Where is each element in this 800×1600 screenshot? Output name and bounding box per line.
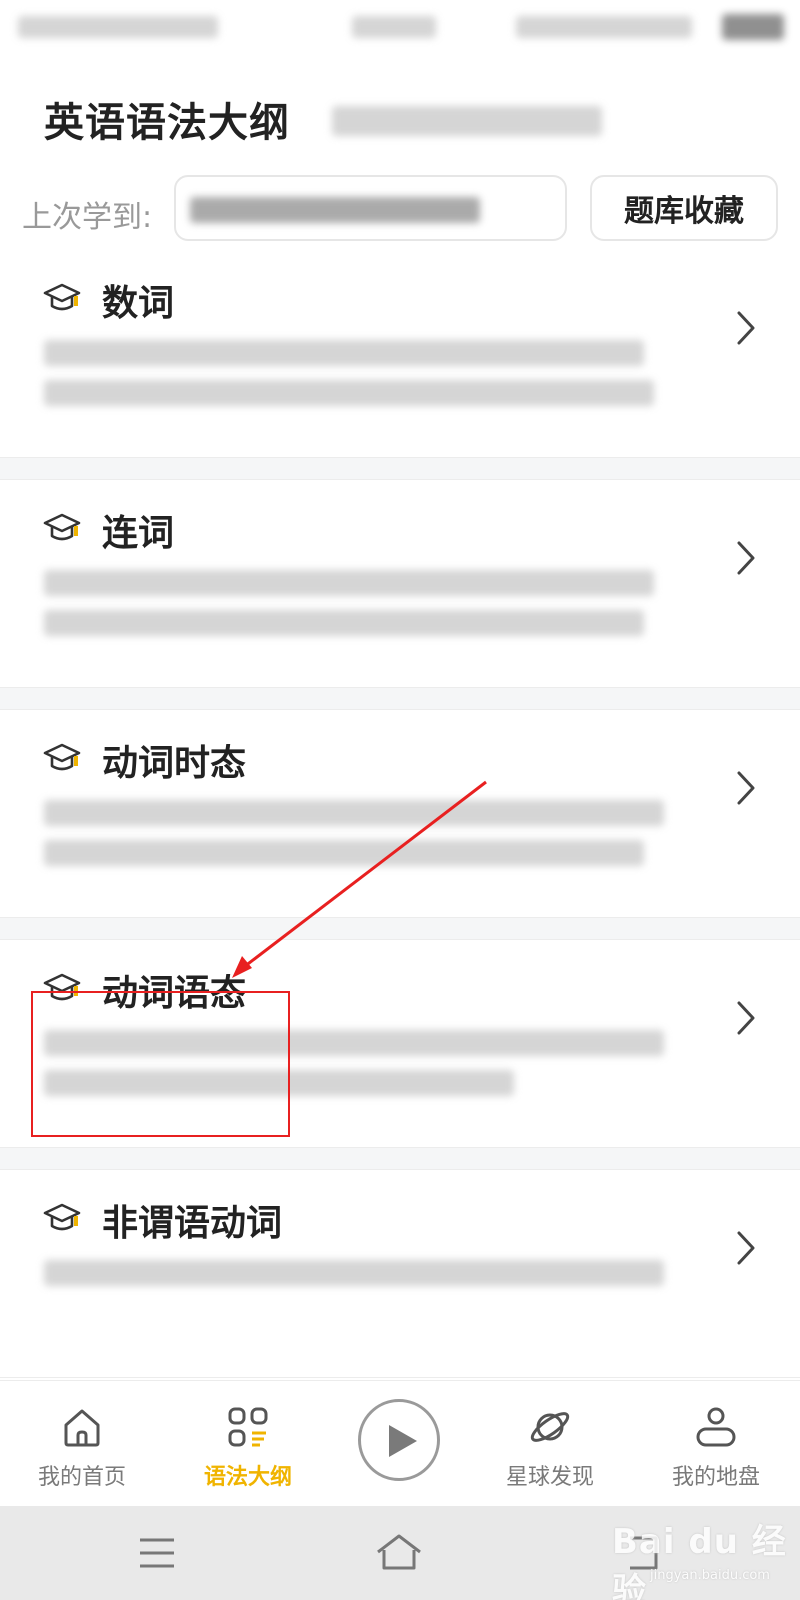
watermark-url: jingyan.baidu.com bbox=[650, 1568, 770, 1583]
bottom-tab-bar: 我的首页 语法大纲 星球发现 我的地盘 bbox=[0, 1380, 800, 1506]
item-description-blurred bbox=[44, 800, 694, 880]
list-item[interactable]: 连词 bbox=[0, 480, 800, 688]
planet-icon bbox=[530, 1412, 570, 1442]
favorites-button[interactable]: 题库收藏 bbox=[590, 175, 778, 241]
chevron-right-icon bbox=[737, 311, 755, 345]
list-item[interactable]: 动词时态 bbox=[0, 710, 800, 918]
chevron-right-icon bbox=[737, 541, 755, 575]
play-icon bbox=[389, 1425, 417, 1457]
divider bbox=[0, 1148, 800, 1170]
divider bbox=[0, 918, 800, 940]
item-description-blurred bbox=[44, 1260, 694, 1340]
divider bbox=[0, 458, 800, 480]
header-subtitle-blurred bbox=[332, 104, 602, 138]
tab-home[interactable]: 我的首页 bbox=[2, 1381, 162, 1507]
tab-discover[interactable]: 星球发现 bbox=[470, 1381, 630, 1507]
item-title: 数词 bbox=[102, 283, 175, 324]
last-learned-label: 上次学到: bbox=[22, 200, 153, 235]
home-nav-icon[interactable] bbox=[374, 1528, 424, 1578]
graduation-cap-icon bbox=[43, 513, 81, 541]
topic-list: 数词 连词 动词时态 动词语态 非谓语动词 bbox=[0, 250, 800, 1378]
status-bar bbox=[0, 0, 800, 56]
play-button[interactable] bbox=[358, 1399, 440, 1481]
last-learned-record[interactable] bbox=[174, 175, 567, 241]
item-description-blurred bbox=[44, 570, 694, 650]
graduation-cap-icon bbox=[43, 283, 81, 311]
app-screen: 英语语法大纲 上次学到: 题库收藏 数词 连词 动词时态 动词语态 非谓语动词 … bbox=[0, 0, 800, 1600]
menu-icon[interactable] bbox=[132, 1528, 182, 1578]
item-title: 非谓语动词 bbox=[102, 1203, 283, 1244]
grid-list-icon bbox=[228, 1407, 268, 1447]
tab-label: 我的地盘 bbox=[671, 1465, 760, 1490]
tab-label: 语法大纲 bbox=[203, 1465, 292, 1490]
list-item[interactable]: 数词 bbox=[0, 250, 800, 458]
item-title: 动词时态 bbox=[102, 743, 247, 784]
graduation-cap-icon bbox=[43, 743, 81, 771]
watermark-logo: Bai du 经验 bbox=[612, 1522, 787, 1600]
list-item[interactable]: 非谓语动词 bbox=[0, 1170, 800, 1378]
user-icon bbox=[696, 1407, 736, 1447]
item-description-blurred bbox=[44, 340, 694, 420]
page-title: 英语语法大纲 bbox=[44, 100, 290, 146]
tab-label: 我的首页 bbox=[37, 1465, 126, 1490]
chevron-right-icon bbox=[737, 771, 755, 805]
annotation-highlight-box bbox=[31, 991, 290, 1137]
item-title: 连词 bbox=[102, 513, 175, 554]
graduation-cap-icon bbox=[43, 1203, 81, 1231]
divider bbox=[0, 688, 800, 710]
tab-label: 星球发现 bbox=[505, 1465, 594, 1490]
chevron-right-icon bbox=[737, 1001, 755, 1035]
chevron-right-icon bbox=[737, 1231, 755, 1265]
home-icon bbox=[64, 1409, 100, 1447]
tab-profile[interactable]: 我的地盘 bbox=[636, 1381, 796, 1507]
tab-grammar-outline[interactable]: 语法大纲 bbox=[168, 1381, 328, 1507]
